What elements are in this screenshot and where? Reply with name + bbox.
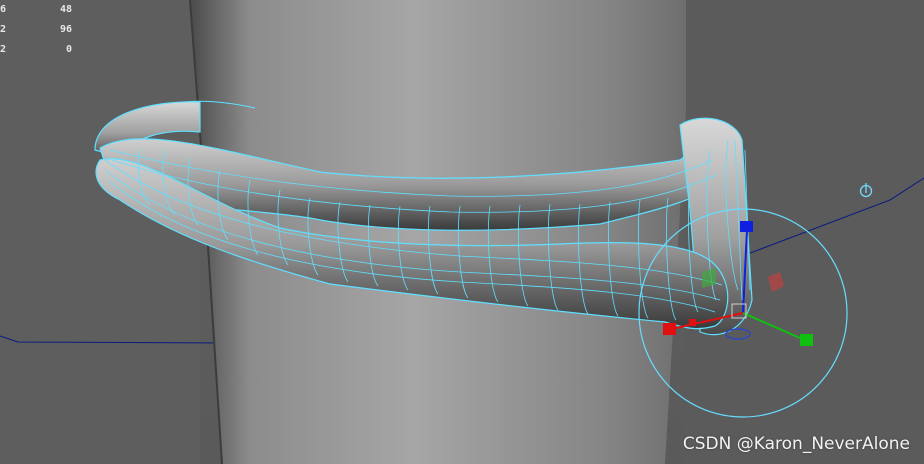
hud-label: 2	[0, 24, 7, 35]
hud-row: 6 48	[0, 0, 80, 20]
hud-row: 2 0	[0, 40, 80, 60]
maya-viewport[interactable]: 6 48 2 96 2 0 CSDN @Karon_NeverAlone	[0, 0, 924, 464]
hud-value: 48	[59, 4, 72, 15]
poly-count-hud: 6 48 2 96 2 0	[0, 0, 80, 60]
axis-z-handle[interactable]	[740, 221, 753, 232]
hud-value: 0	[65, 44, 72, 55]
axis-y-handle[interactable]	[800, 334, 813, 346]
scene-canvas[interactable]	[0, 0, 924, 464]
watermark: CSDN @Karon_NeverAlone	[682, 434, 910, 454]
background-left	[0, 0, 200, 464]
hud-label: 2	[0, 44, 7, 55]
hud-row: 2 96	[0, 20, 80, 40]
hud-value: 96	[59, 24, 72, 35]
axis-x-handle[interactable]	[663, 323, 676, 335]
hud-label: 6	[0, 4, 7, 15]
